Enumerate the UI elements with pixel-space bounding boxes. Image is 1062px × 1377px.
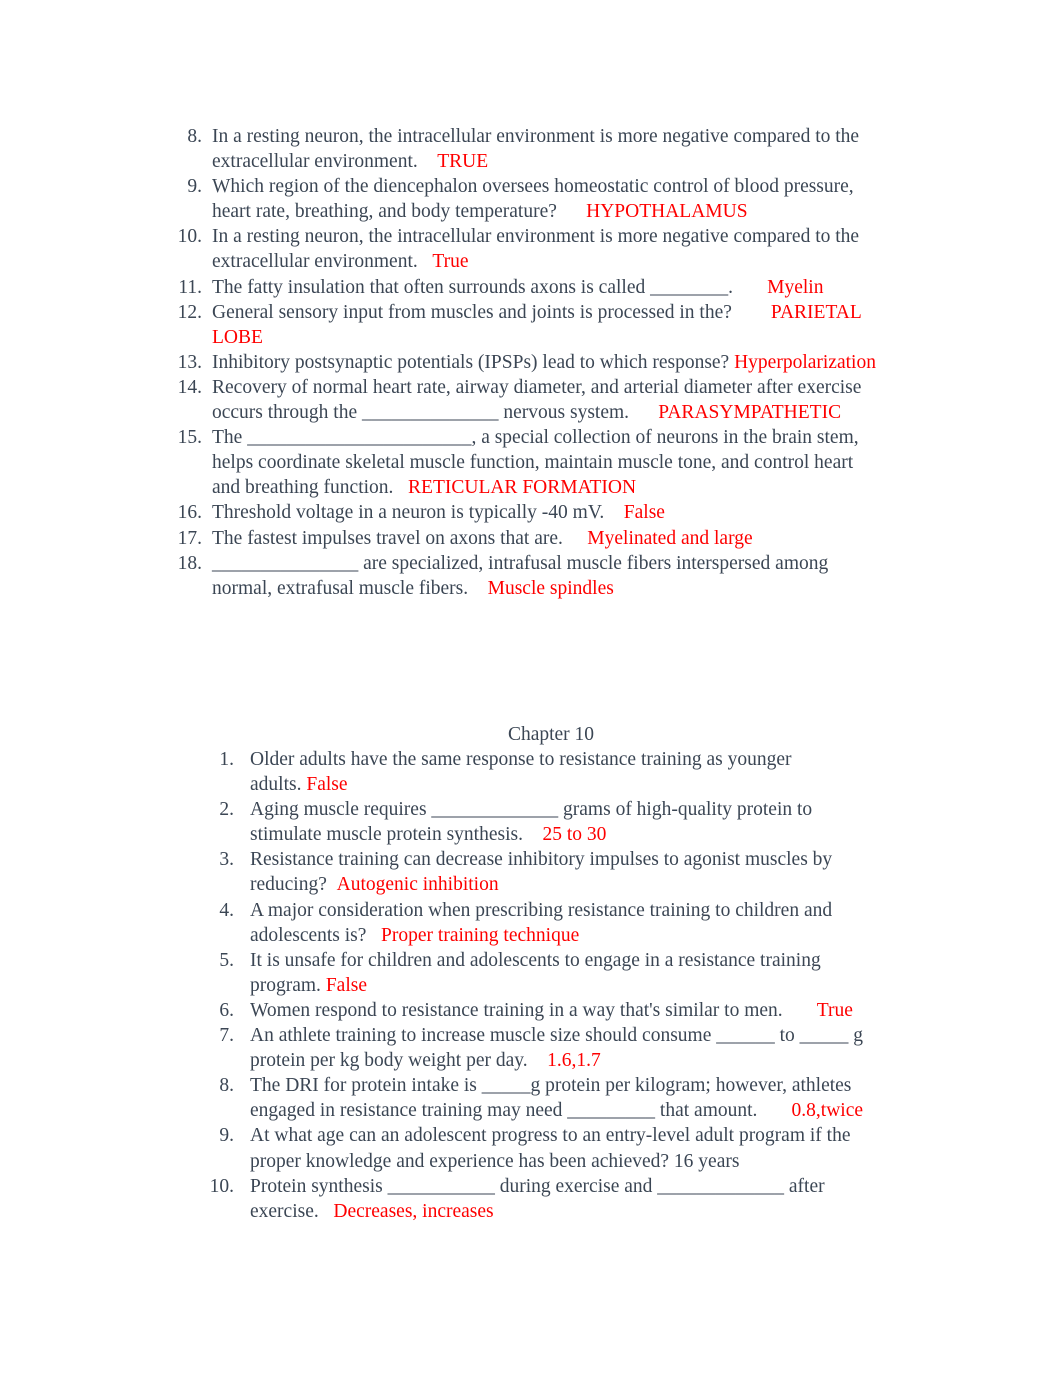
question-number: 12. — [177, 301, 202, 323]
question-item: 16. Threshold voltage in a neuron is typi… — [176, 500, 882, 525]
question-number: 15. — [177, 427, 202, 449]
question-number: 16. — [177, 502, 202, 524]
answer-text: False — [306, 774, 348, 796]
answer-text: PARASYMPATHETIC — [658, 402, 842, 424]
answer-spacer — [523, 824, 543, 845]
answer-spacer — [604, 502, 624, 523]
question-number: 6. — [219, 999, 234, 1021]
answer-spacer — [629, 402, 658, 423]
answer-spacer — [557, 201, 586, 222]
answer-text: True — [816, 999, 853, 1021]
question-item: 13. Inhibitory postsynaptic potentials (I… — [176, 350, 882, 375]
answer-text: Myelinated and large — [587, 527, 753, 549]
question-number: 5. — [219, 949, 234, 971]
question-item: 14. Recovery of normal heart rate, airway… — [176, 375, 882, 425]
answer-text: Muscle spindles — [487, 577, 614, 599]
answer-spacer — [327, 874, 337, 895]
question-list-a: 8. In a resting neuron, the intracellular… — [176, 124, 882, 601]
answer-text: Autogenic inhibition — [336, 874, 499, 896]
answer-spacer — [418, 151, 438, 172]
question-item: 8. In a resting neuron, the intracellular… — [176, 124, 882, 174]
question-item: 3. Resistance training can decrease inhib… — [207, 847, 887, 897]
question-text: Threshold voltage in a neuron is typical… — [212, 502, 605, 524]
question-number: 7. — [219, 1025, 234, 1047]
answer-text: Myelin — [767, 276, 824, 298]
answer-text: TRUE — [437, 151, 489, 173]
answer-spacer — [319, 1201, 334, 1222]
question-text: In a resting neuron, the intracellular e… — [212, 226, 860, 273]
question-text: Inhibitory postsynaptic potentials (IPSP… — [212, 351, 730, 373]
question-item: 9. At what age can an adolescent progress… — [207, 1123, 887, 1173]
question-number: 8. — [219, 1075, 234, 1097]
answer-spacer — [732, 302, 771, 323]
question-number: 4. — [219, 899, 234, 921]
question-text: The fatty insulation that often surround… — [212, 276, 733, 298]
question-item: 9. Which region of the diencephalon overs… — [176, 174, 882, 224]
answer-text: Proper training technique — [381, 924, 580, 946]
answer-text: Decreases, increases — [333, 1200, 494, 1222]
answer-text: 0.8,twice — [791, 1100, 864, 1122]
question-number: 14. — [177, 376, 202, 398]
question-item: 17. The fastest impulses travel on axons … — [176, 526, 882, 551]
question-item: 11. The fatty insulation that often surro… — [176, 275, 882, 300]
answer-text: False — [325, 974, 367, 996]
question-item: 18. _______________ are specialized, intr… — [176, 551, 882, 601]
question-item: 2. Aging muscle requires _____________ gr… — [207, 797, 887, 847]
question-number: 11. — [178, 276, 202, 298]
question-number: 10. — [177, 226, 202, 248]
question-number: 3. — [219, 849, 234, 871]
answer-spacer — [418, 251, 433, 272]
question-number: 18. — [177, 552, 202, 574]
question-list-b: 1. Older adults have the same response to… — [207, 747, 887, 1224]
answer-text: 1.6,1.7 — [547, 1050, 601, 1072]
answer-text: HYPOTHALAMUS — [586, 201, 748, 223]
question-text: Which region of the diencephalon oversee… — [212, 176, 854, 223]
question-number: 17. — [177, 527, 202, 549]
answer-text: Hyperpolarization — [734, 351, 876, 373]
question-number: 10. — [209, 1175, 234, 1197]
answer-text: 25 to 30 — [542, 824, 607, 846]
question-item: 4. A major consideration when prescribing… — [207, 898, 887, 948]
question-number: 8. — [187, 126, 202, 147]
question-text: In a resting neuron, the intracellular e… — [212, 126, 860, 173]
document-page: 8. In a resting neuron, the intracellular… — [0, 0, 1062, 1377]
answer-spacer — [783, 1000, 817, 1021]
question-number: 9. — [219, 1125, 234, 1147]
question-item: 12. General sensory input from muscles an… — [176, 300, 882, 350]
question-text: The fastest impulses travel on axons tha… — [212, 527, 563, 549]
question-item: 5. It is unsafe for children and adolesce… — [207, 948, 887, 998]
answer-text: True — [432, 251, 469, 273]
question-number: 1. — [219, 749, 234, 770]
answer-text: False — [623, 502, 665, 524]
answer-spacer — [528, 1050, 548, 1071]
answer-spacer — [468, 578, 488, 599]
chapter-10-section: Chapter 10 1. Older adults have the same … — [207, 722, 887, 1224]
question-list-continued: 8. In a resting neuron, the intracellular… — [176, 124, 882, 601]
answer-spacer — [733, 277, 767, 298]
question-number: 13. — [177, 351, 202, 373]
question-text: General sensory input from muscles and j… — [212, 301, 732, 323]
question-item: 8. The DRI for protein intake is _____g p… — [207, 1073, 887, 1123]
answer-spacer — [393, 477, 408, 498]
answer-spacer — [366, 925, 381, 946]
question-number: 9. — [187, 176, 202, 198]
answer-spacer — [563, 528, 587, 549]
question-item: 10. In a resting neuron, the intracellula… — [176, 224, 882, 274]
question-item: 6. Women respond to resistance training i… — [207, 998, 887, 1023]
question-item: 10. Protein synthesis ___________ during … — [207, 1174, 887, 1224]
answer-text: RETICULAR FORMATION — [408, 477, 637, 499]
question-item: 1. Older adults have the same response to… — [207, 747, 887, 797]
answer-spacer — [757, 1100, 791, 1121]
question-text: At what age can an adolescent progress t… — [250, 1125, 851, 1172]
question-number: 2. — [219, 799, 234, 821]
question-text: Women respond to resistance training in … — [250, 999, 783, 1021]
question-item: 7. An athlete training to increase muscle… — [207, 1023, 887, 1073]
question-item: 15. The _______________________, a specia… — [176, 425, 882, 500]
chapter-heading: Chapter 10 — [507, 724, 595, 745]
